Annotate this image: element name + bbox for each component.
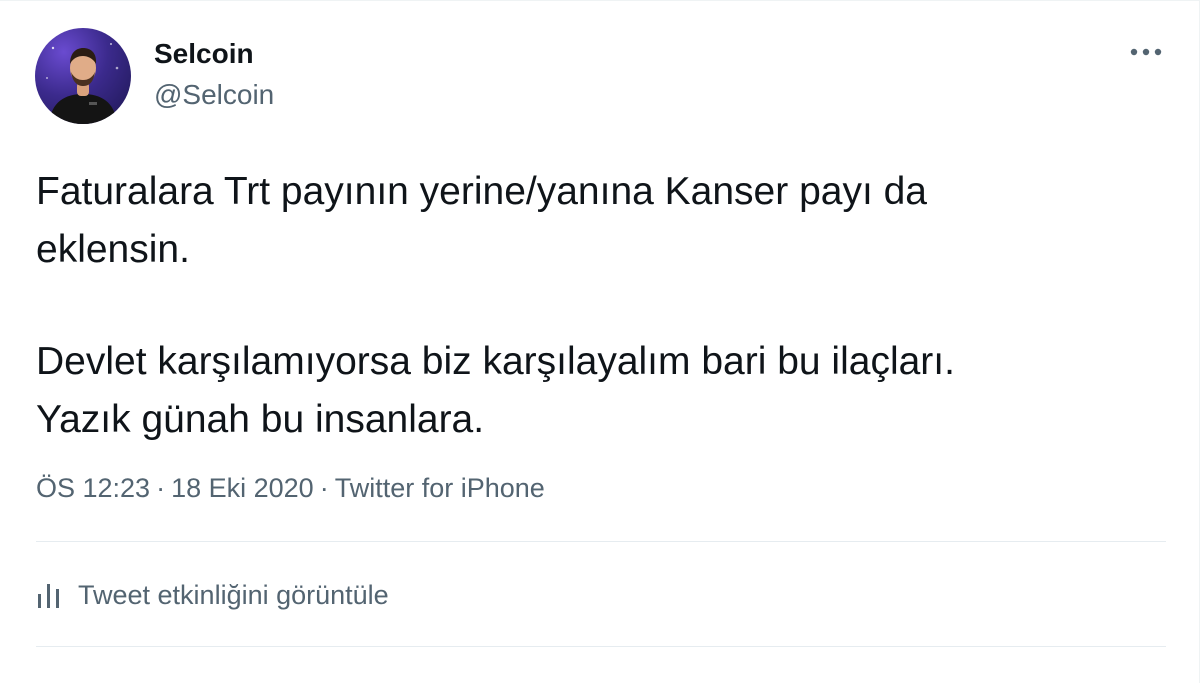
view-tweet-activity-button[interactable]: Tweet etkinliğini görüntüle xyxy=(36,575,389,615)
tweet-card: Selcoin @Selcoin Faturalara Trt payının … xyxy=(0,0,1200,683)
tweet-time-link[interactable]: ÖS 12:23 xyxy=(36,473,150,503)
divider xyxy=(36,541,1166,542)
meta-separator: · xyxy=(319,473,329,503)
user-handle[interactable]: @Selcoin xyxy=(154,78,274,112)
tweet-date-link[interactable]: 18 Eki 2020 xyxy=(171,473,314,503)
avatar[interactable] xyxy=(35,28,131,124)
tweet-source-link[interactable]: Twitter for iPhone xyxy=(335,473,545,503)
display-name[interactable]: Selcoin xyxy=(154,37,254,71)
avatar-image xyxy=(46,43,119,124)
more-options-button[interactable] xyxy=(1124,37,1168,67)
tweet-text: Faturalara Trt payının yerine/yanına Kan… xyxy=(36,163,1156,449)
tweet-meta: ÖS 12:23 · 18 Eki 2020 · Twitter for iPhone xyxy=(36,471,545,505)
meta-separator: · xyxy=(156,473,166,503)
tweet-paragraph-2: Devlet karşılamıyorsa biz karşılayalım b… xyxy=(36,340,955,441)
view-tweet-activity-label: Tweet etkinliğini görüntüle xyxy=(78,579,389,610)
more-horizontal-icon xyxy=(1130,48,1162,56)
tweet-paragraph-1: Faturalara Trt payının yerine/yanına Kan… xyxy=(36,170,928,271)
analytics-bars-icon xyxy=(38,584,59,608)
divider xyxy=(36,646,1166,647)
